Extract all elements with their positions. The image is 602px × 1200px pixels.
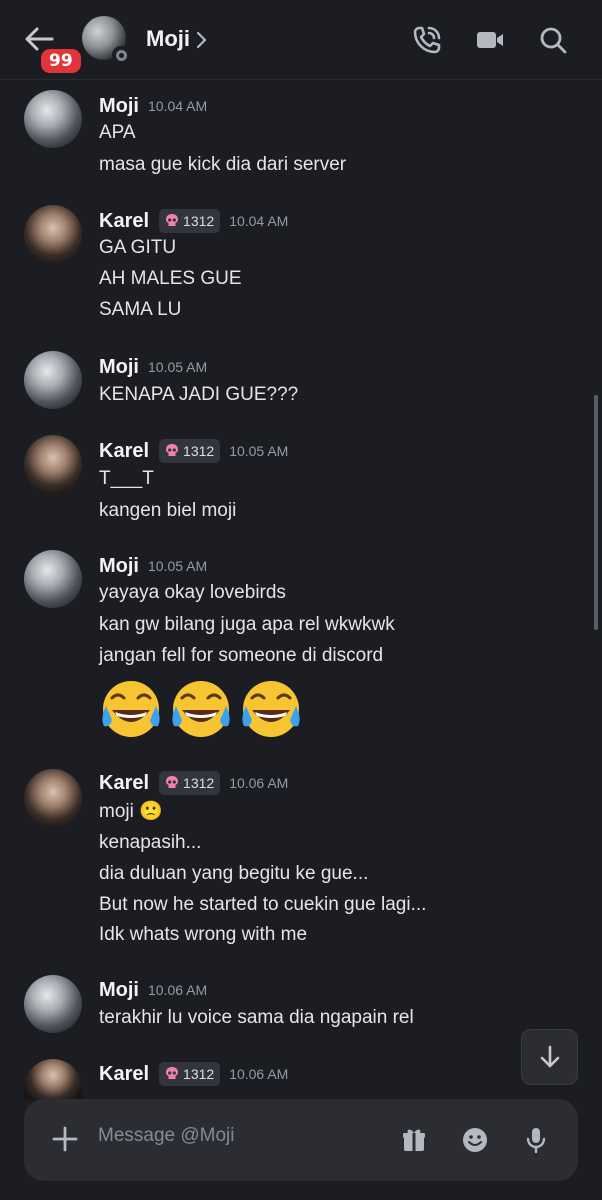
message-author[interactable]: Karel [99,210,149,233]
microphone-icon[interactable] [522,1126,550,1154]
message-text: masa gue kick dia dari server [99,154,347,175]
skull-icon [165,775,179,792]
message-text: kangen biel moji [99,500,237,521]
offline-status-icon [112,46,130,64]
gift-icon[interactable] [400,1126,428,1154]
message-timestamp: 10.06 AM [229,775,289,791]
message-author[interactable]: Moji [99,356,139,379]
message-text: dia duluan yang begitu ke gue... [99,863,369,884]
message-author[interactable]: Moji [99,979,139,1002]
avatar[interactable] [24,769,82,827]
role-tag[interactable]: 1312 [159,439,221,463]
message-author[interactable]: Moji [99,555,139,578]
message-text: moji 🙁 [99,801,163,822]
channel-name[interactable]: Moji [146,26,190,52]
message-timestamp: 10.06 AM [148,982,208,998]
message-text: AH MALES GUE [99,268,242,289]
chat-header: 99 Moji [0,0,602,80]
skull-icon [165,213,179,230]
chevron-right-icon[interactable] [195,30,209,50]
message-timestamp: 10.04 AM [148,98,208,114]
emoji-icon[interactable] [461,1126,489,1154]
message-author[interactable]: Moji [99,95,139,118]
avatar[interactable] [24,90,82,148]
message-text: Idk whats wrong with me [99,924,308,945]
avatar[interactable] [82,16,130,64]
avatar[interactable] [24,1059,82,1099]
laughing-tears-emoji-icon [242,681,300,737]
role-tag-label: 1312 [183,775,215,791]
avatar[interactable] [24,351,82,409]
skull-icon [165,443,179,460]
avatar[interactable] [24,550,82,608]
role-tag-label: 1312 [183,213,215,229]
emoji-row [98,676,304,742]
scrollbar[interactable] [594,395,598,630]
phone-call-icon[interactable] [411,24,443,56]
unread-badge: 99 [38,46,84,76]
avatar[interactable] [24,435,82,493]
message-timestamp: 10.04 AM [229,213,289,229]
laughing-tears-emoji-icon [102,681,160,737]
video-camera-icon[interactable] [474,24,506,56]
role-tag-label: 1312 [183,1066,215,1082]
message-author[interactable]: Karel [99,1063,149,1086]
search-icon[interactable] [537,24,569,56]
message-timestamp: 10.05 AM [229,443,289,459]
role-tag[interactable]: 1312 [159,1062,221,1086]
avatar[interactable] [24,205,82,263]
skull-icon [165,1066,179,1083]
avatar[interactable] [24,975,82,1033]
role-tag[interactable]: 1312 [159,209,221,233]
message-text: APA [99,122,136,143]
message-input[interactable] [98,1125,378,1147]
role-tag[interactable]: 1312 [159,771,221,795]
message-text: kenapasih... [99,832,202,853]
message-text: terakhir lu voice sama dia ngapain rel [99,1007,414,1028]
role-tag-label: 1312 [183,443,215,459]
message-timestamp: 10.05 AM [148,558,208,574]
arrow-down-icon [540,1045,559,1068]
message-text: SAMA LU [99,299,182,320]
message-text: T___T [99,468,154,489]
laughing-tears-emoji-icon [172,681,230,737]
message-text: yayaya okay lovebirds [99,582,286,603]
message-text: KENAPA JADI GUE??? [99,384,299,405]
message-text: kan gw bilang juga apa rel wkwkwk [99,614,395,635]
message-text: jangan fell for someone di discord [99,645,384,666]
plus-icon[interactable] [52,1126,78,1152]
message-composer [24,1099,578,1181]
jump-to-latest-button[interactable] [521,1029,578,1085]
message-timestamp: 10.06 AM [229,1066,289,1082]
message-author[interactable]: Karel [99,440,149,463]
message-timestamp: 10.05 AM [148,359,208,375]
message-text: But now he started to cuekin gue lagi... [99,894,427,915]
message-text: GA GITU [99,237,177,258]
message-author[interactable]: Karel [99,772,149,795]
